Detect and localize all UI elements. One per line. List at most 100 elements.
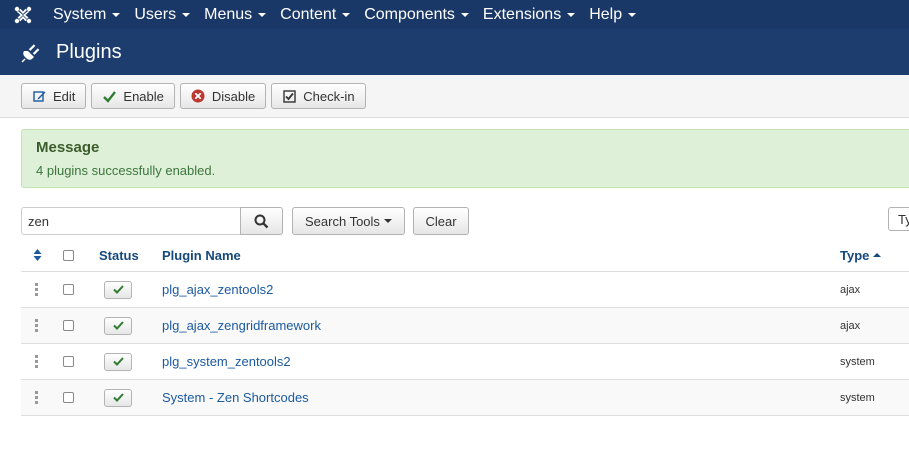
joomla-logo-icon[interactable] — [0, 0, 46, 29]
clear-label: Clear — [425, 213, 457, 229]
row-checkbox[interactable] — [63, 284, 74, 295]
table-header: Status Plugin Name Type — [21, 239, 909, 272]
type-header[interactable]: Type — [840, 239, 882, 271]
plugin-name-cell: plg_system_zentools2 — [162, 344, 291, 379]
caret-down-icon — [182, 12, 191, 17]
table-row: plg_ajax_zentools2 ajax — [21, 272, 909, 308]
checkin-label: Check-in — [303, 88, 355, 104]
row-checkbox-cell — [63, 344, 77, 379]
caret-down-icon — [567, 12, 576, 17]
menu-users-label: Users — [134, 5, 177, 23]
caret-down-icon — [383, 219, 392, 223]
plugin-name-link[interactable]: plg_ajax_zentools2 — [162, 282, 273, 297]
plugin-type-cell: system — [840, 344, 875, 379]
table-row: plg_ajax_zengridframework ajax — [21, 308, 909, 344]
ordering-sort-icon[interactable] — [29, 239, 45, 271]
plugin-type: ajax — [840, 319, 861, 332]
type-filter-select[interactable]: Ty — [888, 207, 909, 231]
caret-down-icon — [258, 12, 267, 17]
plugin-type: system — [840, 391, 875, 404]
table-row: plg_system_zentools2 system — [21, 344, 909, 380]
row-checkbox[interactable] — [63, 320, 74, 331]
status-toggle-cell — [104, 344, 132, 379]
top-navbar: System Users Menus Content Components Ex… — [0, 0, 909, 29]
plugin-name-link[interactable]: plg_system_zentools2 — [162, 354, 291, 369]
menu-content[interactable]: Content — [273, 0, 357, 29]
check-icon — [112, 357, 124, 366]
caret-down-icon — [628, 12, 637, 17]
plug-icon — [21, 44, 40, 63]
drag-handle-icon[interactable] — [29, 272, 45, 307]
menu-help-label: Help — [589, 5, 623, 23]
edit-icon — [32, 89, 46, 103]
drag-handle-icon[interactable] — [29, 380, 45, 415]
menu-menus-label: Menus — [204, 5, 253, 23]
page-title: Plugins — [56, 40, 122, 63]
status-header[interactable]: Status — [99, 239, 139, 271]
plugin-type-cell: ajax — [840, 308, 860, 343]
plugin-type-cell: ajax — [840, 272, 860, 307]
menu-extensions[interactable]: Extensions — [476, 0, 582, 29]
plugin-name-link[interactable]: System - Zen Shortcodes — [162, 390, 309, 405]
search-button[interactable] — [240, 207, 283, 235]
row-checkbox[interactable] — [63, 356, 74, 367]
row-checkbox-cell — [63, 308, 77, 343]
menu-menus[interactable]: Menus — [197, 0, 273, 29]
check-icon — [112, 285, 124, 294]
caret-down-icon — [460, 12, 469, 17]
clear-button[interactable]: Clear — [413, 207, 469, 235]
status-toggle-cell — [104, 272, 132, 307]
row-checkbox[interactable] — [63, 392, 74, 403]
plugin-name-cell: plg_ajax_zengridframework — [162, 308, 321, 343]
select-all-checkbox-cell — [63, 239, 77, 271]
menu-system[interactable]: System — [46, 0, 127, 29]
search-input[interactable] — [21, 207, 241, 235]
menu-users[interactable]: Users — [127, 0, 197, 29]
table-row: System - Zen Shortcodes system — [21, 380, 909, 416]
disable-label: Disable — [211, 88, 256, 104]
drag-handle-icon[interactable] — [29, 344, 45, 379]
disable-icon — [191, 89, 205, 103]
menu-system-label: System — [53, 5, 107, 23]
plugin-name-cell: plg_ajax_zentools2 — [162, 272, 273, 307]
drag-handle-icon[interactable] — [29, 308, 45, 343]
row-checkbox-cell — [63, 380, 77, 415]
menu-help[interactable]: Help — [582, 0, 643, 29]
status-toggle-button[interactable] — [104, 388, 132, 407]
sort-ascending-icon — [873, 253, 882, 257]
page-header: Plugins — [0, 29, 909, 75]
message-text: 4 plugins successfully enabled. — [36, 163, 216, 178]
check-icon — [112, 393, 124, 402]
plugin-name-link[interactable]: plg_ajax_zengridframework — [162, 318, 321, 333]
checkin-button[interactable]: Check-in — [271, 83, 366, 109]
plugin-type: ajax — [840, 283, 861, 296]
success-message: Message 4 plugins successfully enabled. — [21, 129, 909, 188]
check-icon — [102, 89, 116, 103]
search-tools-button[interactable]: Search Tools — [292, 207, 405, 235]
status-toggle-button[interactable] — [104, 316, 132, 335]
caret-down-icon — [112, 12, 121, 17]
menu-components-label: Components — [364, 5, 455, 23]
plugin-name-header[interactable]: Plugin Name — [162, 239, 241, 271]
menu-components[interactable]: Components — [357, 0, 476, 29]
menu-extensions-label: Extensions — [482, 5, 562, 23]
edit-button[interactable]: Edit — [21, 83, 87, 109]
status-toggle-button[interactable] — [104, 352, 132, 371]
status-toggle-cell — [104, 308, 132, 343]
type-header-label: Type — [840, 247, 870, 263]
enable-button[interactable]: Enable — [91, 83, 175, 109]
plugin-type: system — [840, 355, 875, 368]
disable-button[interactable]: Disable — [179, 83, 267, 109]
edit-label: Edit — [53, 88, 76, 104]
plugin-name-cell: System - Zen Shortcodes — [162, 380, 309, 415]
status-header-label: Status — [99, 247, 139, 263]
toolbar: Edit Enable Disable Check-in — [0, 75, 909, 118]
row-checkbox-cell — [63, 272, 77, 307]
plugin-name-header-label: Plugin Name — [162, 247, 241, 263]
plugins-table: Status Plugin Name Type plg_ajax_zentool… — [21, 239, 909, 416]
search-icon — [254, 214, 269, 228]
select-all-checkbox[interactable] — [63, 249, 74, 261]
enable-label: Enable — [123, 88, 164, 104]
caret-down-icon — [342, 12, 351, 17]
status-toggle-button[interactable] — [104, 280, 132, 299]
